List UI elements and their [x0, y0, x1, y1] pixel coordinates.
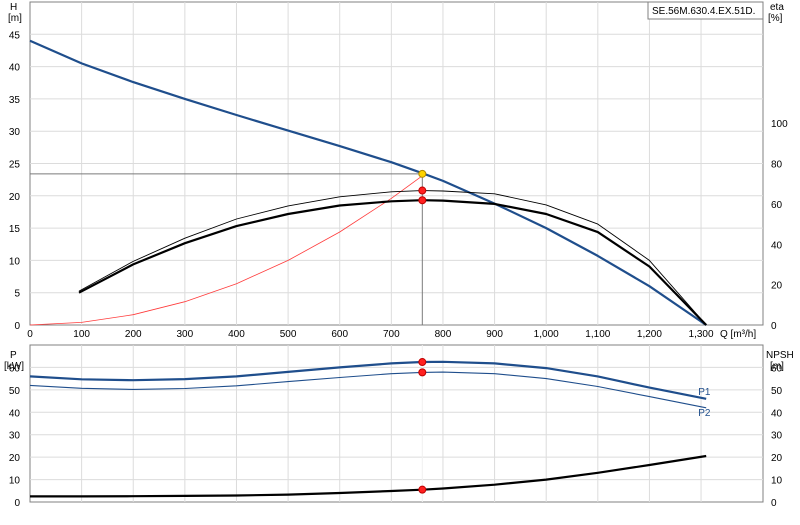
bottom-right-tick-label: 20	[771, 453, 783, 464]
top-right-tick-label: 60	[771, 200, 783, 211]
x-tick-label: 0	[27, 329, 33, 340]
top-left-tick-label: 25	[9, 160, 21, 171]
bottom-right-axis-name: NPSH	[766, 350, 794, 361]
top-left-axis-unit: [m]	[8, 13, 22, 24]
bottom-left-tick-label: 0	[14, 498, 20, 509]
top-left-tick-label: 0	[14, 321, 20, 332]
x-tick-label: 700	[383, 329, 400, 340]
bottom-left-tick-label: 30	[9, 431, 21, 442]
x-tick-label: 800	[435, 329, 452, 340]
model-label: SE.56M.630.4.EX.51D.	[652, 6, 755, 17]
top-left-tick-label: 5	[14, 289, 20, 300]
top-left-tick-label: 15	[9, 224, 21, 235]
x-tick-label: 300	[177, 329, 194, 340]
bottom-right-tick-label: 10	[771, 476, 783, 487]
top-right-tick-label: 100	[771, 119, 788, 130]
x-axis-label: Q [m³/h]	[720, 329, 756, 340]
bottom-right-tick-label: 30	[771, 431, 783, 442]
top-duty-marker	[418, 196, 427, 205]
series-label-P1: P1	[698, 387, 711, 398]
bottom-right-tick-label: 50	[771, 386, 783, 397]
x-tick-label: 1,100	[585, 329, 610, 340]
top-left-tick-label: 40	[9, 63, 21, 74]
x-tick-label: 100	[73, 329, 90, 340]
chart-canvas: 0 100 200 300 400 500 600 700 800 900 1,000 1,100 1,…	[4, 1, 794, 509]
x-tick-label: 500	[280, 329, 297, 340]
top-right-axis-name: eta	[770, 2, 784, 13]
pump-curve-chart: 0 100 200 300 400 500 600 700 800 900 1,000 1,100 1,…	[0, 0, 800, 520]
top-duty-marker	[418, 186, 427, 195]
bottom-left-axis-name: P	[10, 350, 17, 361]
x-tick-label: 1,300	[689, 329, 714, 340]
bottom-right-tick-label: 0	[771, 498, 777, 509]
bottom-right-tick-label: 40	[771, 408, 783, 419]
bottom-right-axis-unit: [m]	[770, 361, 784, 372]
bottom-duty-marker	[418, 485, 427, 494]
top-left-tick-label: 30	[9, 127, 21, 138]
bottom-left-tick-label: 10	[9, 476, 21, 487]
bottom-duty-marker	[418, 358, 427, 367]
top-left-tick-label: 20	[9, 192, 21, 203]
top-left-tick-label: 10	[9, 256, 21, 267]
bottom-left-tick-label: 50	[9, 386, 21, 397]
x-tick-label: 600	[331, 329, 348, 340]
bottom-left-tick-label: 40	[9, 408, 21, 419]
top-right-tick-label: 0	[771, 321, 777, 332]
top-left-axis-name: H	[10, 2, 17, 13]
bottom-left-tick-label: 20	[9, 453, 21, 464]
top-left-tick-label: 45	[9, 30, 21, 41]
top-right-axis-unit: [%]	[768, 13, 783, 24]
bottom-left-axis-unit: [kW]	[4, 361, 24, 372]
bottom-duty-marker	[418, 368, 427, 377]
top-left-tick-label: 35	[9, 95, 21, 106]
bottom-plot-frame	[29, 344, 764, 503]
x-tick-label: 200	[125, 329, 142, 340]
top-right-tick-label: 80	[771, 160, 783, 171]
x-tick-label: 1,200	[637, 329, 662, 340]
top-right-tick-label: 20	[771, 281, 783, 292]
x-tick-label: 900	[486, 329, 503, 340]
x-tick-label: 400	[228, 329, 245, 340]
series-label-P2: P2	[698, 408, 711, 419]
top-duty-marker	[418, 169, 427, 178]
top-right-tick-label: 40	[771, 240, 783, 251]
x-tick-label: 1,000	[534, 329, 559, 340]
